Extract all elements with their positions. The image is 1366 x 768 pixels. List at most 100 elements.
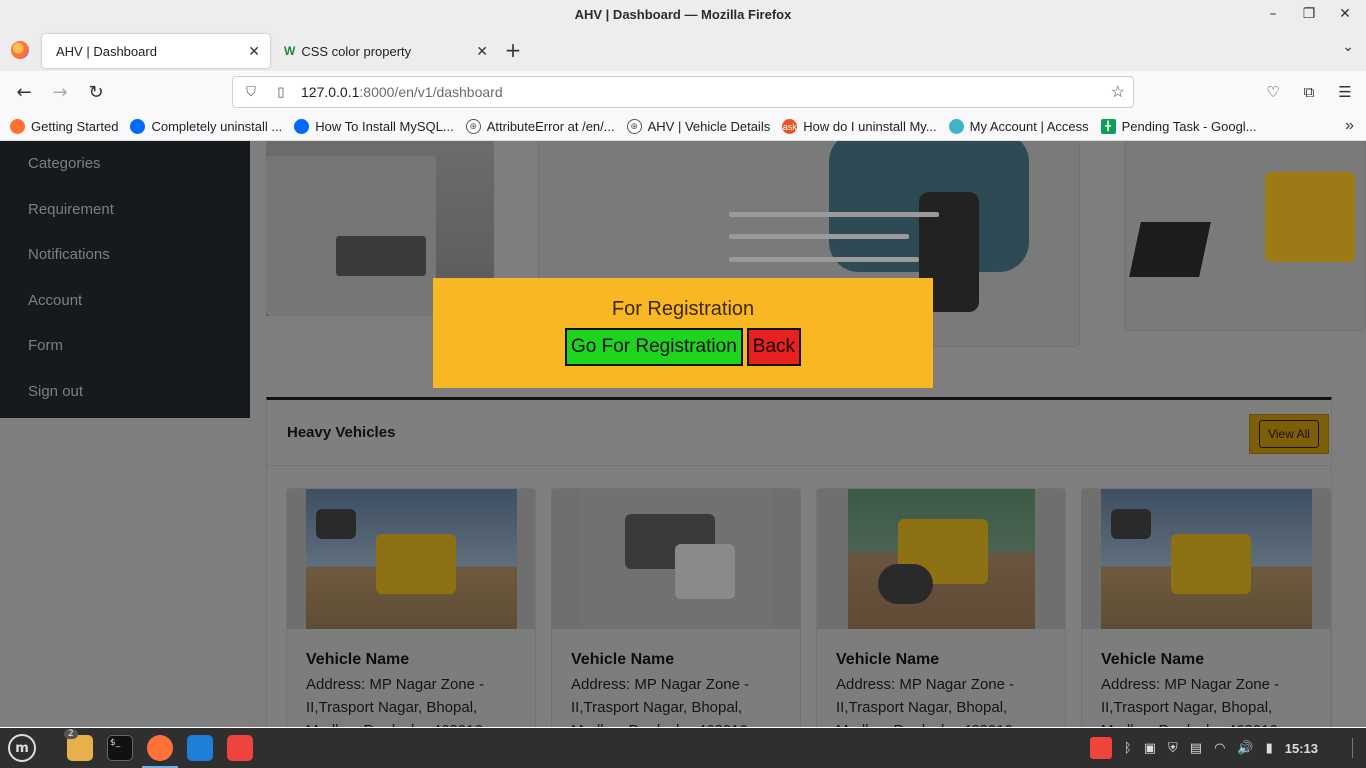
taskbar-files[interactable]: 2: [60, 728, 100, 768]
sheets-icon: ╋: [1100, 119, 1116, 134]
anydesk-icon: [227, 735, 253, 761]
notes-icon[interactable]: ▤: [1190, 741, 1202, 756]
vehicle-name: Vehicle Name: [306, 651, 410, 668]
drill-bit: [729, 257, 919, 262]
reload-icon[interactable]: ↻: [78, 76, 114, 108]
firefox-icon: [147, 735, 173, 761]
close-window-icon[interactable]: ✕: [1336, 4, 1354, 24]
linux-mint-icon: m: [8, 734, 36, 762]
bookmark-item[interactable]: How To Install MySQL...: [294, 119, 454, 134]
bookmark-label: How do I uninstall My...: [803, 119, 937, 134]
sidebar-item-form[interactable]: Form: [0, 323, 250, 369]
system-tray: ᛒ ▣ ⛨ ▤ ◠ 🔊 ▮ 15:13: [1089, 728, 1318, 768]
page-info-icon[interactable]: ▯: [271, 84, 291, 100]
drill-bit: [729, 212, 939, 217]
new-tab-icon[interactable]: +: [498, 38, 528, 62]
digitalocean-icon: [130, 119, 146, 134]
bookmark-star-icon[interactable]: ☆: [1111, 82, 1125, 102]
vehicle-card[interactable]: Vehicle Name Address: MP Nagar Zone - II…: [816, 488, 1066, 727]
bookmark-item[interactable]: ⊕ AHV | Vehicle Details: [626, 119, 770, 134]
maximize-icon[interactable]: ❐: [1300, 4, 1318, 24]
sidebar-item-requirement[interactable]: Requirement: [0, 187, 250, 233]
bookmark-item[interactable]: Getting Started: [10, 119, 118, 134]
jcb-body: [1265, 172, 1355, 262]
machine-body: [1171, 534, 1251, 594]
vehicle-image: [287, 489, 535, 629]
vehicle-name: Vehicle Name: [836, 651, 940, 668]
bookmark-label: My Account | Access: [969, 119, 1089, 134]
volume-icon[interactable]: 🔊: [1237, 741, 1253, 756]
tab-label: AHV | Dashboard: [56, 43, 157, 59]
bookmark-item[interactable]: ask How do I uninstall My...: [782, 119, 937, 134]
vehicle-address: Address: MP Nagar Zone - II,Trasport Nag…: [571, 676, 750, 727]
mint-menu-button[interactable]: m: [2, 728, 42, 768]
roller-drum: [878, 564, 933, 604]
vehicle-address: Address: MP Nagar Zone - II,Trasport Nag…: [1101, 676, 1280, 727]
askubuntu-icon: ask: [782, 119, 798, 134]
bookmark-item[interactable]: ╋ Pending Task - Googl...: [1100, 119, 1257, 134]
tab-ahv-dashboard[interactable]: AHV | Dashboard ✕: [42, 34, 270, 68]
window-controls: – ❐ ✕: [1264, 4, 1354, 24]
minimize-icon[interactable]: –: [1264, 4, 1282, 24]
taskbar-anydesk[interactable]: [220, 728, 260, 768]
sidebar-item-account[interactable]: Account: [0, 278, 250, 324]
terminal-icon: $_: [107, 735, 133, 761]
taskbar-terminal[interactable]: $_: [100, 728, 140, 768]
back-button[interactable]: Back: [746, 328, 802, 366]
more-bookmarks-chevron-icon[interactable]: »: [1345, 117, 1354, 135]
bookmark-label: Completely uninstall ...: [151, 119, 283, 134]
backhoe-image: [306, 489, 517, 629]
bluetooth-icon[interactable]: ᛒ: [1124, 741, 1132, 756]
vehicle-card[interactable]: Vehicle Name Address: MP Nagar Zone - II…: [286, 488, 536, 727]
url-host: 127.0.0.1: [301, 84, 360, 100]
view-all-button[interactable]: View All: [1249, 414, 1329, 454]
url-bar[interactable]: ⛉ ▯ 127.0.0.1:8000/en/v1/dashboard ☆: [232, 76, 1134, 108]
bookmark-label: How To Install MySQL...: [315, 119, 454, 134]
vehicle-card[interactable]: Vehicle Name Address: MP Nagar Zone - II…: [1081, 488, 1331, 727]
tab-close-icon[interactable]: ✕: [476, 43, 488, 60]
firefox-icon: [11, 41, 29, 59]
list-tabs-chevron-icon[interactable]: ⌄: [1342, 39, 1354, 55]
bookmark-label: Pending Task - Googl...: [1121, 119, 1257, 134]
anydesk-tray-icon[interactable]: [1089, 737, 1112, 759]
account-icon: [948, 119, 964, 134]
sidebar: Categories Requirement Notifications Acc…: [0, 141, 250, 418]
tab-css-color[interactable]: W CSS color property ✕: [270, 34, 498, 68]
tab-label: CSS color property: [301, 43, 412, 59]
tab-close-icon[interactable]: ✕: [248, 43, 260, 60]
vehicle-cards: Vehicle Name Address: MP Nagar Zone - II…: [286, 488, 1331, 727]
battery-icon[interactable]: ▮: [1266, 741, 1273, 756]
jcb-card[interactable]: [1124, 141, 1366, 331]
vehicle-card[interactable]: Vehicle Name Address: MP Nagar Zone - II…: [551, 488, 801, 727]
bookmark-item[interactable]: Completely uninstall ...: [130, 119, 282, 134]
back-arrow-icon[interactable]: ←: [6, 76, 42, 108]
taskbar-firefox[interactable]: [140, 728, 180, 768]
heavy-vehicles-section: Heavy Vehicles View All Vehicle Name Add…: [266, 397, 1332, 727]
vehicle-name: Vehicle Name: [1101, 651, 1205, 668]
go-for-registration-button[interactable]: Go For Registration: [564, 328, 743, 366]
firefox-view-button[interactable]: [0, 29, 40, 71]
vehicle-name: Vehicle Name: [571, 651, 675, 668]
pocket-icon[interactable]: ♡: [1262, 76, 1284, 108]
drill-bit: [729, 234, 909, 239]
extensions-icon[interactable]: ⧉: [1298, 76, 1320, 108]
clock[interactable]: 15:13: [1285, 741, 1318, 756]
wifi-icon[interactable]: ◠: [1214, 741, 1225, 756]
forward-arrow-icon[interactable]: →: [42, 76, 78, 108]
sidebar-item-categories[interactable]: Categories: [0, 141, 250, 187]
firefox-icon: [10, 119, 25, 134]
hamburger-menu-icon[interactable]: ☰: [1334, 76, 1356, 108]
show-desktop-button[interactable]: [1352, 738, 1360, 758]
url-path: :8000/en/v1/dashboard: [359, 84, 503, 100]
dashboard-content: Heavy Vehicles View All Vehicle Name Add…: [250, 141, 1366, 727]
sidebar-item-notifications[interactable]: Notifications: [0, 232, 250, 278]
tab-bar: AHV | Dashboard ✕ W CSS color property ✕…: [0, 29, 1366, 71]
shield-tray-icon[interactable]: ⛨: [1168, 741, 1178, 756]
shield-icon[interactable]: ⛉: [241, 84, 261, 100]
taskbar-vscode[interactable]: [180, 728, 220, 768]
bookmark-item[interactable]: ⊕ AttributeError at /en/...: [465, 119, 615, 134]
clipboard-icon[interactable]: ▣: [1144, 741, 1156, 756]
vehicle-image: [1082, 489, 1330, 629]
sidebar-item-sign-out[interactable]: Sign out: [0, 369, 250, 415]
bookmark-item[interactable]: My Account | Access: [948, 119, 1089, 134]
